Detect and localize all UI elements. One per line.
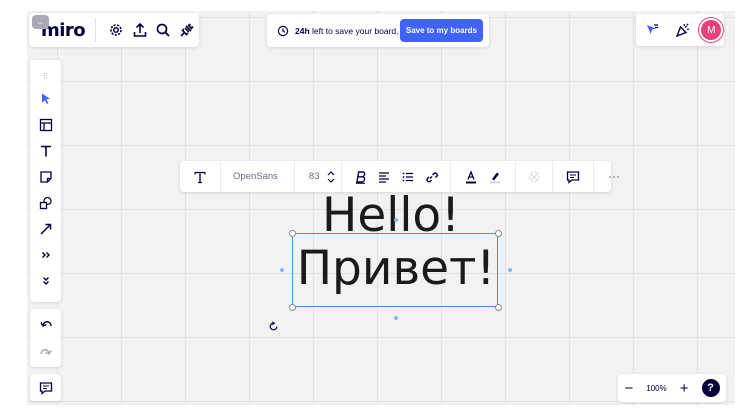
resize-handle[interactable]	[289, 304, 296, 311]
resize-handle[interactable]	[495, 304, 502, 311]
resize-handle[interactable]	[495, 230, 502, 237]
upload-icon[interactable]	[128, 17, 152, 43]
connector-dot[interactable]	[280, 268, 284, 272]
zoom-in-button[interactable]: +	[680, 381, 689, 396]
more-tools-icon[interactable]	[33, 242, 59, 268]
help-button[interactable]: ?	[701, 379, 720, 397]
selected-text-frame[interactable]: Привет!	[292, 233, 498, 307]
save-to-my-boards-button[interactable]: Save to my boards	[399, 19, 483, 42]
sticky-note-icon[interactable]	[33, 164, 59, 190]
zoom-level[interactable]: 100%	[646, 384, 666, 393]
search-icon[interactable]	[152, 17, 176, 43]
save-text: 24h left to save your board.	[295, 26, 399, 36]
celebrate-icon[interactable]	[670, 17, 696, 43]
undo-icon[interactable]	[33, 311, 59, 337]
bold-icon[interactable]	[348, 165, 372, 189]
redo-icon[interactable]	[33, 339, 59, 365]
save-message: left to save your board.	[312, 25, 399, 36]
highlight-icon[interactable]	[483, 165, 507, 189]
font-size-stepper-icon[interactable]	[325, 165, 337, 189]
plugin-icon[interactable]	[175, 17, 199, 43]
cursor-follow-icon[interactable]	[639, 17, 665, 43]
text-color-icon[interactable]	[459, 165, 483, 189]
expand-icon[interactable]	[33, 268, 59, 294]
font-size-input[interactable]: 83	[295, 171, 326, 182]
avatar[interactable]: M	[701, 20, 722, 40]
text-icon[interactable]	[33, 138, 59, 164]
resize-handle[interactable]	[289, 230, 296, 237]
arrow-icon[interactable]	[33, 216, 59, 242]
main-toolbar: miro	[29, 13, 199, 47]
rotate-icon[interactable]	[268, 321, 279, 332]
comment-icon[interactable]	[33, 375, 59, 401]
tools-panel: ⠿	[30, 60, 61, 302]
comments-panel	[30, 374, 61, 401]
select-icon[interactable]	[33, 86, 59, 112]
zoom-out-button[interactable]: −	[625, 381, 634, 396]
comment-icon[interactable]	[561, 165, 585, 189]
divider	[95, 18, 97, 42]
collaboration-panel: M	[636, 14, 724, 46]
clock-icon	[277, 25, 289, 36]
templates-icon[interactable]	[33, 112, 59, 138]
bullet-list-icon[interactable]	[396, 165, 420, 189]
save-banner: 24h left to save your board. Save to my …	[267, 14, 489, 47]
drag-handle-icon[interactable]: ⠿	[43, 68, 49, 86]
link-icon[interactable]	[420, 165, 444, 189]
font-family-select[interactable]: OpenSans	[221, 171, 294, 182]
connector-dot[interactable]	[394, 316, 398, 320]
background-fill-icon[interactable]	[522, 165, 546, 189]
text-type-icon[interactable]	[188, 165, 212, 189]
more-options-icon[interactable]	[602, 165, 626, 189]
shapes-icon[interactable]	[33, 190, 59, 216]
connector-dot[interactable]	[394, 218, 398, 222]
settings-icon[interactable]	[104, 17, 128, 43]
align-left-icon[interactable]	[372, 165, 396, 189]
time-left: 24h	[295, 25, 310, 36]
connector-dot[interactable]	[508, 268, 512, 272]
history-panel	[30, 309, 61, 367]
privet-text[interactable]: Привет!	[293, 236, 499, 302]
zoom-panel: − 100% + ?	[618, 374, 726, 402]
board-switch-icon[interactable]: ⇔	[32, 15, 49, 29]
